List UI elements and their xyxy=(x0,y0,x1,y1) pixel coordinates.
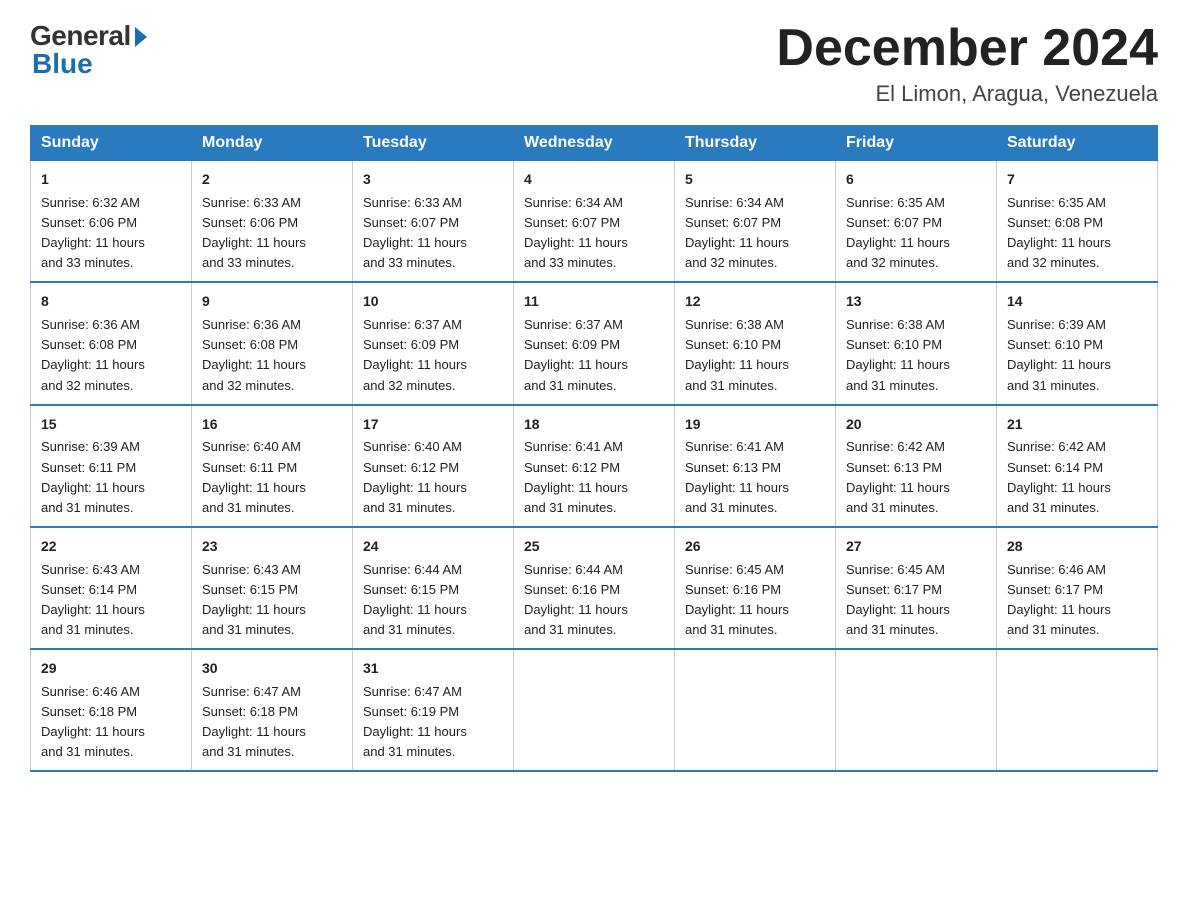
day-number: 11 xyxy=(524,291,664,313)
calendar-cell: 6Sunrise: 6:35 AMSunset: 6:07 PMDaylight… xyxy=(836,161,997,283)
day-number: 19 xyxy=(685,414,825,436)
calendar-cell: 9Sunrise: 6:36 AMSunset: 6:08 PMDaylight… xyxy=(192,282,353,404)
calendar-cell: 1Sunrise: 6:32 AMSunset: 6:06 PMDaylight… xyxy=(31,161,192,283)
day-number: 26 xyxy=(685,536,825,558)
page-header: General Blue December 2024 El Limon, Ara… xyxy=(30,20,1158,107)
day-number: 23 xyxy=(202,536,342,558)
day-number: 18 xyxy=(524,414,664,436)
day-number: 5 xyxy=(685,169,825,191)
day-number: 31 xyxy=(363,658,503,680)
page-title: December 2024 xyxy=(776,20,1158,77)
day-number: 4 xyxy=(524,169,664,191)
day-number: 16 xyxy=(202,414,342,436)
header-cell-wednesday: Wednesday xyxy=(514,126,675,161)
calendar-cell: 17Sunrise: 6:40 AMSunset: 6:12 PMDayligh… xyxy=(353,405,514,527)
header-cell-saturday: Saturday xyxy=(997,126,1158,161)
title-block: December 2024 El Limon, Aragua, Venezuel… xyxy=(776,20,1158,107)
calendar-cell: 10Sunrise: 6:37 AMSunset: 6:09 PMDayligh… xyxy=(353,282,514,404)
calendar-cell: 31Sunrise: 6:47 AMSunset: 6:19 PMDayligh… xyxy=(353,649,514,771)
calendar-week-row: 15Sunrise: 6:39 AMSunset: 6:11 PMDayligh… xyxy=(31,405,1158,527)
calendar-cell: 13Sunrise: 6:38 AMSunset: 6:10 PMDayligh… xyxy=(836,282,997,404)
day-number: 15 xyxy=(41,414,181,436)
calendar-cell: 7Sunrise: 6:35 AMSunset: 6:08 PMDaylight… xyxy=(997,161,1158,283)
calendar-cell: 4Sunrise: 6:34 AMSunset: 6:07 PMDaylight… xyxy=(514,161,675,283)
calendar-cell: 18Sunrise: 6:41 AMSunset: 6:12 PMDayligh… xyxy=(514,405,675,527)
day-number: 7 xyxy=(1007,169,1147,191)
calendar-header-row: SundayMondayTuesdayWednesdayThursdayFrid… xyxy=(31,126,1158,161)
calendar-cell: 12Sunrise: 6:38 AMSunset: 6:10 PMDayligh… xyxy=(675,282,836,404)
calendar-cell: 24Sunrise: 6:44 AMSunset: 6:15 PMDayligh… xyxy=(353,527,514,649)
logo-blue-text: Blue xyxy=(30,48,93,80)
calendar-cell: 3Sunrise: 6:33 AMSunset: 6:07 PMDaylight… xyxy=(353,161,514,283)
day-number: 12 xyxy=(685,291,825,313)
day-number: 20 xyxy=(846,414,986,436)
calendar-cell: 27Sunrise: 6:45 AMSunset: 6:17 PMDayligh… xyxy=(836,527,997,649)
day-number: 9 xyxy=(202,291,342,313)
day-number: 13 xyxy=(846,291,986,313)
calendar-cell: 15Sunrise: 6:39 AMSunset: 6:11 PMDayligh… xyxy=(31,405,192,527)
calendar-cell: 8Sunrise: 6:36 AMSunset: 6:08 PMDaylight… xyxy=(31,282,192,404)
day-number: 6 xyxy=(846,169,986,191)
day-number: 10 xyxy=(363,291,503,313)
day-number: 25 xyxy=(524,536,664,558)
day-number: 8 xyxy=(41,291,181,313)
header-cell-monday: Monday xyxy=(192,126,353,161)
header-cell-thursday: Thursday xyxy=(675,126,836,161)
calendar-cell xyxy=(836,649,997,771)
calendar-cell xyxy=(675,649,836,771)
logo-arrow-icon xyxy=(135,27,147,47)
calendar-week-row: 22Sunrise: 6:43 AMSunset: 6:14 PMDayligh… xyxy=(31,527,1158,649)
day-number: 28 xyxy=(1007,536,1147,558)
header-cell-sunday: Sunday xyxy=(31,126,192,161)
day-number: 29 xyxy=(41,658,181,680)
day-number: 17 xyxy=(363,414,503,436)
calendar-cell: 20Sunrise: 6:42 AMSunset: 6:13 PMDayligh… xyxy=(836,405,997,527)
day-number: 2 xyxy=(202,169,342,191)
calendar-cell: 30Sunrise: 6:47 AMSunset: 6:18 PMDayligh… xyxy=(192,649,353,771)
header-cell-tuesday: Tuesday xyxy=(353,126,514,161)
location-subtitle: El Limon, Aragua, Venezuela xyxy=(776,81,1158,107)
calendar-cell: 28Sunrise: 6:46 AMSunset: 6:17 PMDayligh… xyxy=(997,527,1158,649)
calendar-week-row: 1Sunrise: 6:32 AMSunset: 6:06 PMDaylight… xyxy=(31,161,1158,283)
day-number: 24 xyxy=(363,536,503,558)
calendar-table: SundayMondayTuesdayWednesdayThursdayFrid… xyxy=(30,125,1158,772)
header-cell-friday: Friday xyxy=(836,126,997,161)
calendar-cell: 21Sunrise: 6:42 AMSunset: 6:14 PMDayligh… xyxy=(997,405,1158,527)
calendar-week-row: 29Sunrise: 6:46 AMSunset: 6:18 PMDayligh… xyxy=(31,649,1158,771)
calendar-cell xyxy=(514,649,675,771)
calendar-cell: 11Sunrise: 6:37 AMSunset: 6:09 PMDayligh… xyxy=(514,282,675,404)
calendar-cell: 14Sunrise: 6:39 AMSunset: 6:10 PMDayligh… xyxy=(997,282,1158,404)
calendar-cell: 25Sunrise: 6:44 AMSunset: 6:16 PMDayligh… xyxy=(514,527,675,649)
calendar-cell: 23Sunrise: 6:43 AMSunset: 6:15 PMDayligh… xyxy=(192,527,353,649)
calendar-cell: 16Sunrise: 6:40 AMSunset: 6:11 PMDayligh… xyxy=(192,405,353,527)
logo: General Blue xyxy=(30,20,147,80)
day-number: 1 xyxy=(41,169,181,191)
day-number: 21 xyxy=(1007,414,1147,436)
day-number: 22 xyxy=(41,536,181,558)
calendar-week-row: 8Sunrise: 6:36 AMSunset: 6:08 PMDaylight… xyxy=(31,282,1158,404)
calendar-cell: 22Sunrise: 6:43 AMSunset: 6:14 PMDayligh… xyxy=(31,527,192,649)
calendar-cell: 29Sunrise: 6:46 AMSunset: 6:18 PMDayligh… xyxy=(31,649,192,771)
day-number: 30 xyxy=(202,658,342,680)
calendar-cell xyxy=(997,649,1158,771)
day-number: 27 xyxy=(846,536,986,558)
day-number: 14 xyxy=(1007,291,1147,313)
calendar-cell: 5Sunrise: 6:34 AMSunset: 6:07 PMDaylight… xyxy=(675,161,836,283)
calendar-cell: 2Sunrise: 6:33 AMSunset: 6:06 PMDaylight… xyxy=(192,161,353,283)
calendar-cell: 19Sunrise: 6:41 AMSunset: 6:13 PMDayligh… xyxy=(675,405,836,527)
day-number: 3 xyxy=(363,169,503,191)
calendar-cell: 26Sunrise: 6:45 AMSunset: 6:16 PMDayligh… xyxy=(675,527,836,649)
